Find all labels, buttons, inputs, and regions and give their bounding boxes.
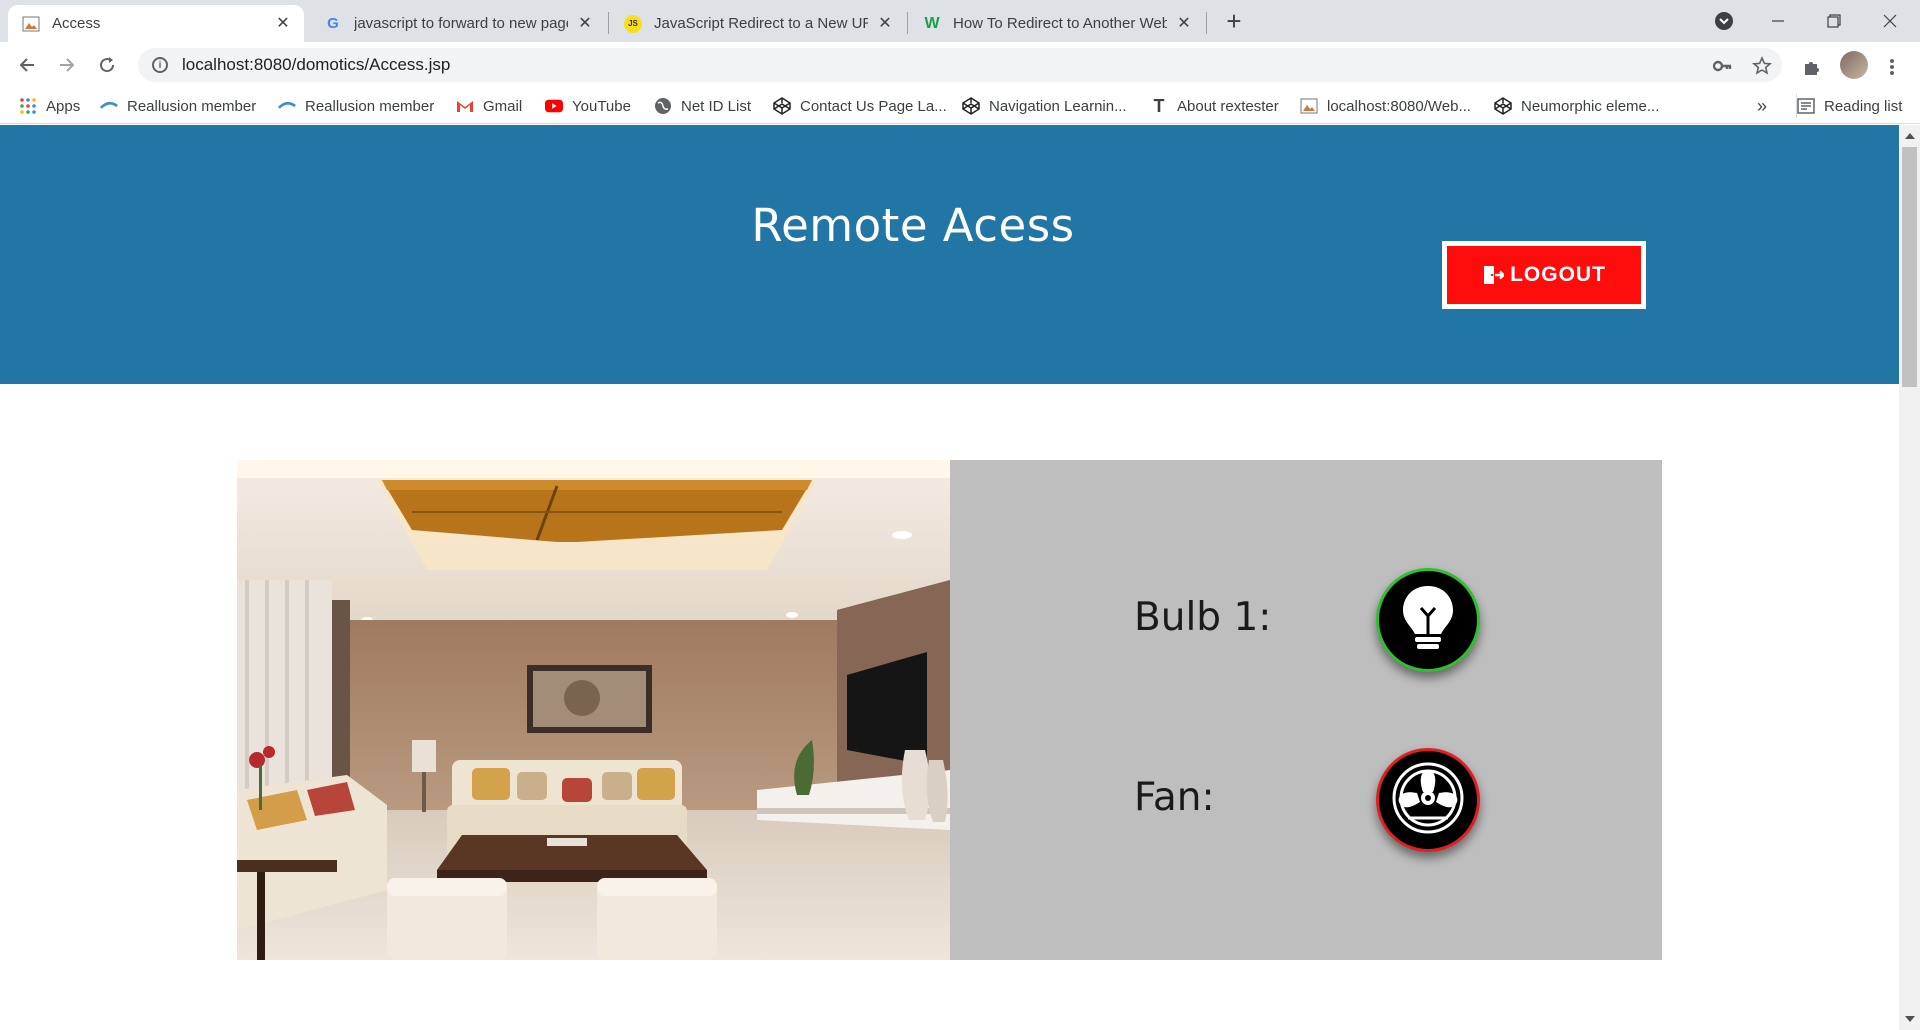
scroll-up-arrow-icon[interactable] xyxy=(1905,133,1915,139)
tab-title: JavaScript Redirect to a New URL xyxy=(654,15,868,32)
address-bar[interactable]: i localhost:8080/domotics/Access.jsp xyxy=(138,48,1782,82)
minimize-icon[interactable] xyxy=(1750,0,1806,42)
bookmark-label: Reallusion member xyxy=(127,97,257,115)
page-viewport: Remote Acess LOGOUT Bulb 1: Fan: xyxy=(0,125,1899,1030)
forward-arrow-icon[interactable] xyxy=(52,50,82,80)
star-bookmark-icon[interactable] xyxy=(1750,54,1774,78)
living-room-image xyxy=(237,460,950,960)
tab-title: javascript to forward to new page xyxy=(354,15,568,32)
image-file-icon xyxy=(1300,97,1318,115)
bookmark-reallusion-1[interactable]: Reallusion member xyxy=(100,94,256,118)
apps-grid-icon xyxy=(19,97,37,115)
bookmark-net-id-list[interactable]: Net ID List xyxy=(654,94,751,118)
window-close-icon[interactable] xyxy=(1862,0,1918,42)
key-icon[interactable] xyxy=(1710,54,1734,78)
js-badge-icon: JS xyxy=(624,14,642,33)
url-text: localhost:8080/domotics/Access.jsp xyxy=(182,55,451,74)
tab-title: How To Redirect to Another Web xyxy=(953,15,1167,32)
browser-toolbar: i localhost:8080/domotics/Access.jsp xyxy=(0,42,1920,88)
kebab-menu-icon[interactable] xyxy=(1880,55,1904,79)
door-exit-icon xyxy=(1482,264,1506,286)
back-arrow-icon[interactable] xyxy=(12,50,42,80)
page-header: Remote Acess LOGOUT xyxy=(0,125,1899,384)
bookmark-localhost[interactable]: localhost:8080/Web... xyxy=(1300,94,1471,118)
close-icon[interactable]: ✕ xyxy=(876,15,894,33)
gmail-icon xyxy=(456,97,474,115)
bookmark-neumorphic[interactable]: Neumorphic eleme... xyxy=(1494,94,1659,118)
fan-label: Fan: xyxy=(1134,775,1215,820)
bookmark-label: Neumorphic eleme... xyxy=(1521,97,1660,115)
close-icon[interactable]: ✕ xyxy=(274,15,292,33)
bookmark-contact-us[interactable]: Contact Us Page La... xyxy=(773,94,947,118)
reading-list-icon xyxy=(1797,97,1815,115)
google-icon: G xyxy=(327,15,339,32)
fan-toggle-button[interactable] xyxy=(1376,748,1480,852)
image-file-icon xyxy=(22,15,40,33)
scroll-down-arrow-icon[interactable] xyxy=(1905,1016,1915,1022)
bookmark-label: Apps xyxy=(46,97,81,115)
close-icon[interactable]: ✕ xyxy=(1175,15,1193,33)
scrollbar-thumb[interactable] xyxy=(1902,147,1917,387)
reading-list-button[interactable]: Reading list xyxy=(1796,94,1902,118)
text-t-icon: T xyxy=(1153,95,1165,116)
extensions-puzzle-icon[interactable] xyxy=(1800,55,1824,79)
tab-strip: Access ✕ G javascript to forward to new … xyxy=(0,0,1920,42)
youtube-icon xyxy=(545,97,563,115)
tab-js-redirect[interactable]: JS JavaScript Redirect to a New URL ✕ xyxy=(610,5,906,42)
control-panel: Bulb 1: Fan: xyxy=(237,460,1662,960)
tab-search-icon[interactable] xyxy=(1696,0,1752,42)
reading-list-label: Reading list xyxy=(1824,97,1903,115)
tab-how-to-redirect[interactable]: W How To Redirect to Another Web ✕ xyxy=(909,5,1205,42)
wikihow-icon: W xyxy=(924,14,940,32)
close-icon[interactable]: ✕ xyxy=(576,15,594,33)
tab-separator xyxy=(907,12,908,34)
codepen-icon xyxy=(1494,97,1512,115)
bookmark-navigation[interactable]: Navigation Learnin... xyxy=(962,94,1127,118)
bookmark-label: Reallusion member xyxy=(305,97,435,115)
device-controls: Bulb 1: Fan: xyxy=(950,460,1662,960)
bookmark-reallusion-2[interactable]: Reallusion member xyxy=(278,94,434,118)
bookmark-youtube[interactable]: YouTube xyxy=(545,94,631,118)
reallusion-icon xyxy=(100,97,118,115)
profile-avatar[interactable] xyxy=(1840,51,1868,79)
bookmark-apps[interactable]: Apps xyxy=(19,94,80,118)
bookmark-label: About rextester xyxy=(1177,97,1279,115)
globe-icon xyxy=(654,97,672,115)
reload-icon[interactable] xyxy=(92,50,122,80)
bulb-toggle-button[interactable] xyxy=(1376,568,1480,672)
codepen-icon xyxy=(962,97,980,115)
codepen-icon xyxy=(773,97,791,115)
logout-label: LOGOUT xyxy=(1510,263,1606,286)
vertical-scrollbar[interactable] xyxy=(1899,125,1920,1030)
reallusion-icon xyxy=(278,97,296,115)
logout-button[interactable]: LOGOUT xyxy=(1442,241,1646,309)
bookmarks-bar: Apps Reallusion member Reallusion member… xyxy=(0,88,1920,124)
lightbulb-icon xyxy=(1399,584,1457,657)
tab-separator xyxy=(608,12,609,34)
bookmark-label: localhost:8080/Web... xyxy=(1327,97,1471,115)
new-tab-plus-icon[interactable]: + xyxy=(1220,8,1248,36)
bookmark-label: YouTube xyxy=(572,97,631,115)
bookmark-label: Net ID List xyxy=(681,97,752,115)
fan-icon xyxy=(1392,762,1464,839)
tab-google-search[interactable]: G javascript to forward to new page ✕ xyxy=(310,5,606,42)
bookmark-rextester[interactable]: T About rextester xyxy=(1150,94,1279,118)
more-bookmarks-chevron-icon[interactable]: » xyxy=(1757,94,1767,118)
bookmark-label: Navigation Learnin... xyxy=(989,97,1127,115)
bulb-label: Bulb 1: xyxy=(1134,595,1272,640)
site-info-icon[interactable]: i xyxy=(152,57,168,73)
bookmark-gmail[interactable]: Gmail xyxy=(456,94,522,118)
bookmark-label: Contact Us Page La... xyxy=(800,97,947,115)
tab-access[interactable]: Access ✕ xyxy=(8,5,304,42)
tab-title: Access xyxy=(52,15,101,32)
bookmark-label: Gmail xyxy=(483,97,523,115)
restore-icon[interactable] xyxy=(1806,0,1862,42)
tab-separator xyxy=(1206,12,1207,34)
